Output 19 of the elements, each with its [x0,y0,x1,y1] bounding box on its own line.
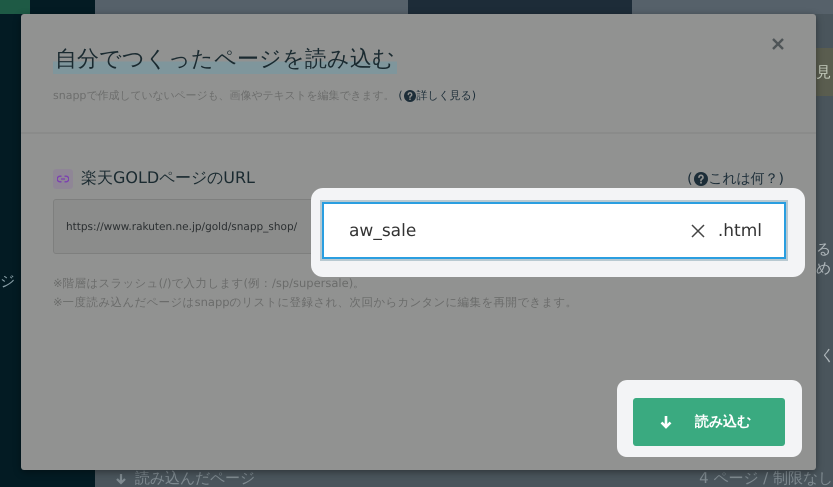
side-panel-text: く [820,346,833,365]
close-icon[interactable] [770,36,786,52]
down-arrow-icon [659,415,673,429]
help-link[interactable]: ( 詳しく見る) [398,88,476,103]
import-button[interactable]: 読み込む [633,398,785,446]
sidebar-label: ジ [0,272,16,291]
side-panel-text: め [816,259,832,278]
url-input-field[interactable]: aw_sale .html [322,202,786,259]
down-arrow-icon [115,472,127,484]
side-panel-text: る [816,240,832,259]
help-icon [404,90,416,102]
link-icon [53,168,73,188]
field-label: 楽天GOLDページのURL [81,168,255,189]
help-link[interactable]: ( これは何？) [687,170,784,188]
url-suffix: .html [718,220,762,240]
clear-icon[interactable] [690,222,706,238]
help-icon [694,172,708,186]
side-panel-strip: 見 [816,48,833,96]
sidebar-logo-block [0,0,30,14]
